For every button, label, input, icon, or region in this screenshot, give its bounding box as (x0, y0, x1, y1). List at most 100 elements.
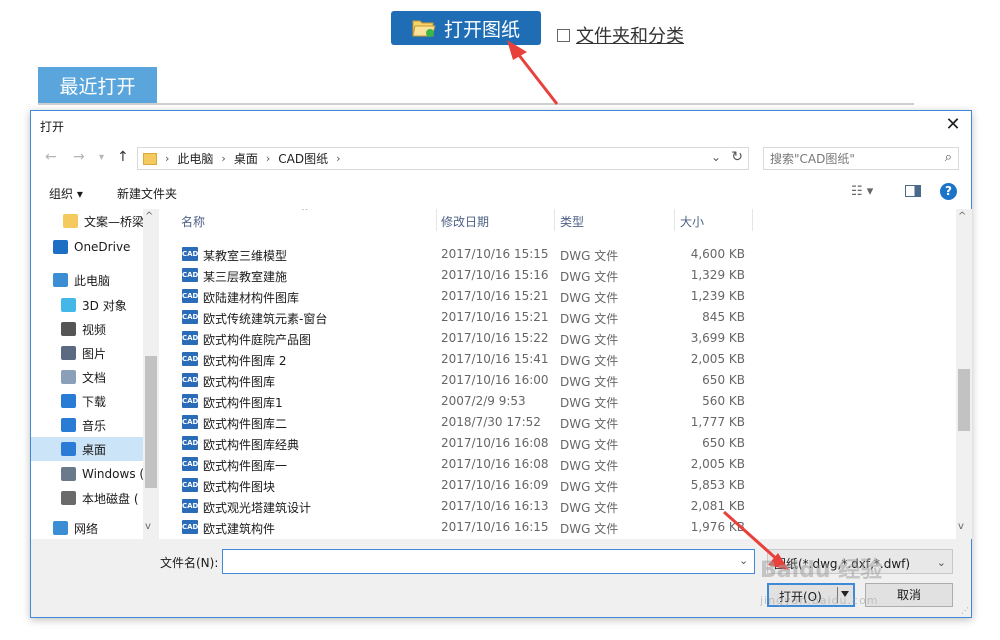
file-size: 845 KB (702, 310, 745, 324)
cad-file-icon: CAD (182, 268, 198, 282)
column-header-type[interactable]: 类型 (560, 213, 584, 230)
red-arrow-icon (507, 40, 559, 105)
table-row[interactable]: CAD 某教室三维模型 2017/10/16 15:15 DWG 文件 4,600 KB (160, 244, 956, 265)
search-input[interactable]: 搜索"CAD图纸" ⌕ (763, 147, 959, 170)
resize-grip-icon[interactable]: ⋰ (961, 606, 969, 615)
address-bar[interactable]: › 此电脑 › 桌面 › CAD图纸 › ⌄ ↻ (137, 147, 749, 170)
sidebar-item[interactable]: OneDrive (31, 235, 159, 259)
up-arrow-icon[interactable]: ↑ (117, 149, 129, 165)
nav-scrollbar-thumb[interactable] (145, 356, 157, 488)
sidebar-item[interactable]: 音乐 (31, 413, 159, 437)
column-divider[interactable] (752, 209, 753, 231)
scroll-up-icon[interactable]: ^ (145, 211, 153, 222)
cad-file-icon: CAD (182, 499, 198, 513)
table-row[interactable]: CAD 欧式构件庭院产品图 2017/10/16 15:22 DWG 文件 3,699 … (160, 328, 956, 349)
sort-caret-icon: ^ (301, 209, 309, 217)
category-checkbox[interactable] (557, 28, 570, 42)
chevron-down-icon[interactable]: ⌄ (711, 150, 721, 164)
file-name: 欧式建筑构件 (203, 522, 276, 536)
file-size: 2,005 KB (690, 457, 745, 471)
chevron-right-icon[interactable]: › (221, 152, 225, 165)
table-row[interactable]: CAD 欧式建筑构件 2017/10/16 16:15 DWG 文件 1,976 KB (160, 517, 956, 538)
sidebar-item[interactable]: 本地磁盘 ( (31, 486, 159, 510)
column-divider[interactable] (674, 209, 675, 231)
open-options-dropdown[interactable] (837, 587, 851, 603)
table-row[interactable]: CAD 欧式传统建筑元素-窗台 2017/10/16 15:21 DWG 文件 845 … (160, 307, 956, 328)
file-type-filter-value: 图纸(*.dwg,*.dxf,*.dwf) (774, 557, 911, 571)
sidebar-item[interactable]: 文案—桥梁 (31, 209, 159, 233)
cancel-button[interactable]: 取消 (865, 583, 953, 607)
close-icon[interactable]: ✕ (943, 115, 963, 135)
sidebar-item[interactable]: 桌面 (31, 437, 159, 461)
chevron-right-icon[interactable]: › (165, 152, 169, 165)
cube-icon (61, 298, 76, 312)
open-button[interactable]: 打开(O) (767, 583, 855, 607)
help-icon[interactable]: ? (940, 183, 957, 200)
sidebar-item[interactable]: 此电脑 (31, 268, 159, 292)
file-date: 2017/10/16 16:08 (441, 436, 549, 450)
chevron-down-icon[interactable]: ⌄ (739, 554, 748, 567)
table-row[interactable]: CAD 欧式观光塔建筑设计 2017/10/16 16:13 DWG 文件 2,081 … (160, 496, 956, 517)
column-header-name[interactable]: 名称 (181, 213, 205, 230)
table-row[interactable]: CAD 欧陆建材构件图库 2017/10/16 15:21 DWG 文件 1,239 K… (160, 286, 956, 307)
filename-input[interactable] (222, 549, 755, 574)
sidebar-item[interactable]: Windows ( (31, 462, 159, 486)
cad-file-icon: CAD (182, 352, 198, 366)
back-arrow-icon[interactable]: ← (45, 149, 57, 165)
scroll-down-icon[interactable]: v (958, 521, 964, 532)
file-type: DWG 文件 (560, 417, 619, 431)
chevron-down-icon[interactable]: ⌄ (937, 556, 946, 569)
desktop-icon (61, 442, 76, 456)
sidebar-item[interactable]: 文档 (31, 365, 159, 389)
sidebar-item[interactable]: 3D 对象 (31, 293, 159, 317)
view-options-icon[interactable]: ☷ ▾ (851, 184, 873, 199)
table-row[interactable]: CAD 欧式构件图库一 2017/10/16 16:08 DWG 文件 2,005 KB (160, 454, 956, 475)
open-drawing-button[interactable]: 打开图纸 (391, 11, 541, 45)
chevron-right-icon[interactable]: › (266, 152, 270, 165)
computer-icon (53, 273, 68, 287)
sidebar-item[interactable]: 视频 (31, 317, 159, 341)
preview-pane-icon[interactable] (905, 185, 921, 197)
breadcrumb-this-pc[interactable]: 此电脑 (177, 150, 213, 167)
breadcrumb-desktop[interactable]: 桌面 (234, 150, 258, 167)
tab-recent[interactable]: 最近打开 (38, 67, 157, 103)
table-row[interactable]: CAD 欧式构件图库 2017/10/16 16:00 DWG 文件 650 KB (160, 370, 956, 391)
open-file-dialog: 打开 ✕ ← → ▾ ↑ › 此电脑 › 桌面 › CAD图纸 › ⌄ ↻ 搜索… (30, 110, 972, 618)
cad-file-icon: CAD (182, 247, 198, 261)
category-label[interactable]: 文件夹和分类 (576, 22, 684, 48)
column-header-date[interactable]: 修改日期 (441, 213, 489, 230)
column-divider[interactable] (554, 209, 555, 231)
file-type: DWG 文件 (560, 333, 619, 347)
forward-arrow-icon[interactable]: → (73, 149, 85, 165)
breadcrumb-cad-drawings[interactable]: CAD图纸 (278, 150, 328, 167)
file-type-filter[interactable]: 图纸(*.dwg,*.dxf,*.dwf) ⌄ (767, 549, 953, 574)
new-folder-button[interactable]: 新建文件夹 (117, 185, 177, 202)
refresh-icon[interactable]: ↻ (731, 149, 743, 165)
sidebar-item[interactable]: 下载 (31, 389, 159, 413)
file-size: 2,005 KB (690, 352, 745, 366)
file-name: 欧式构件图库 (203, 375, 276, 389)
table-row[interactable]: CAD 欧式构件图块 2017/10/16 16:09 DWG 文件 5,853 KB (160, 475, 956, 496)
category-toggle[interactable]: 文件夹和分类 (557, 22, 684, 48)
file-list-scrollbar-thumb[interactable] (958, 369, 970, 431)
table-row[interactable]: CAD 欧式构件图库经典 2017/10/16 16:08 DWG 文件 650 KB (160, 433, 956, 454)
cad-file-icon: CAD (182, 457, 198, 471)
sidebar-item[interactable]: 网络 (31, 516, 159, 539)
chevron-right-icon[interactable]: › (336, 152, 340, 165)
scroll-up-icon[interactable]: ^ (958, 211, 966, 222)
table-row[interactable]: CAD 欧式构件图库 2 2017/10/16 15:41 DWG 文件 2,005 K… (160, 349, 956, 370)
table-row[interactable]: CAD 欧式构件图库二 2018/7/30 17:52 DWG 文件 1,777 KB (160, 412, 956, 433)
search-icon[interactable]: ⌕ (945, 150, 952, 165)
column-divider[interactable] (436, 209, 437, 231)
table-row[interactable]: CAD 某三层教室建施 2017/10/16 15:16 DWG 文件 1,329 KB (160, 265, 956, 286)
sidebar-item[interactable]: 图片 (31, 341, 159, 365)
cad-file-icon: CAD (182, 310, 198, 324)
column-header-size[interactable]: 大小 (680, 213, 704, 230)
scroll-down-icon[interactable]: v (145, 521, 151, 532)
file-type: DWG 文件 (560, 501, 619, 515)
recent-locations-chevron-icon[interactable]: ▾ (99, 152, 104, 163)
drive-icon (61, 467, 76, 481)
table-row[interactable]: CAD 欧式构件图库1 2007/2/9 9:53 DWG 文件 560 KB (160, 391, 956, 412)
file-date: 2017/10/16 15:41 (441, 352, 549, 366)
organize-menu[interactable]: 组织 ▾ (49, 185, 83, 202)
